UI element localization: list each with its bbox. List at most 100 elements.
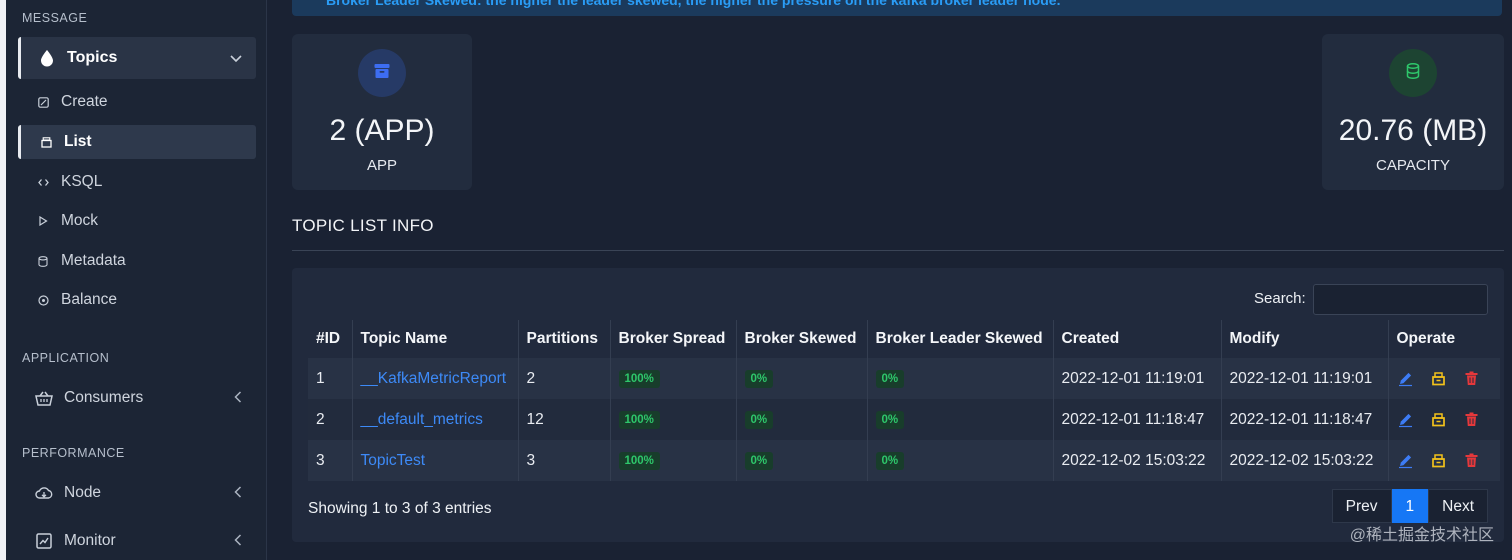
sidebar-item-topics[interactable]: Topics: [18, 37, 256, 79]
sidebar-item-label: Create: [61, 93, 108, 110]
sidebar-item-label: Topics: [67, 49, 118, 66]
page-button-current[interactable]: 1: [1391, 489, 1429, 523]
edit-square-icon: [35, 94, 51, 110]
topic-link[interactable]: TopicTest: [361, 452, 426, 469]
col-header-created[interactable]: Created: [1053, 320, 1222, 358]
sidebar-item-label: KSQL: [61, 173, 103, 190]
cloud-download-icon: [34, 483, 54, 503]
archive-icon[interactable]: [1430, 452, 1447, 469]
col-header-operate: Operate: [1396, 330, 1456, 347]
table-row: 1 __KafkaMetricReport 2 100% 0% 0% 2022-…: [308, 358, 1501, 399]
basket-icon: [34, 388, 54, 408]
edit-icon[interactable]: [1397, 452, 1414, 469]
sidebar-item-metadata[interactable]: Metadata: [18, 244, 256, 278]
trash-icon[interactable]: [1463, 370, 1480, 387]
pagination: Prev 1 Next: [1331, 489, 1488, 523]
card-icon-circle: [1389, 49, 1437, 97]
leader-skewed-badge: 0%: [875, 370, 905, 388]
cell-broker-leader-skewed: 0%: [867, 440, 1054, 481]
cell-partitions: 12: [518, 399, 611, 440]
spread-badge: 100%: [618, 411, 660, 429]
section-title: TOPIC LIST INFO: [292, 216, 434, 235]
cell-created: 2022-12-02 15:03:22: [1053, 440, 1222, 481]
cell-created: 2022-12-01 11:18:47: [1053, 399, 1222, 440]
col-header-modify[interactable]: Modify: [1221, 320, 1389, 358]
edit-icon[interactable]: [1397, 370, 1414, 387]
cell-broker-spread: 100%: [610, 399, 737, 440]
balance-icon: [35, 292, 51, 308]
table-row: 3 TopicTest 3 100% 0% 0% 2022-12-02 15:0…: [308, 440, 1501, 481]
sidebar-item-label: Node: [64, 484, 102, 501]
topic-table: #ID Topic Name Partitions Broker Spread …: [308, 320, 1501, 481]
chart-box-icon: [34, 531, 54, 551]
edit-icon[interactable]: [1397, 411, 1414, 428]
sidebar-item-node[interactable]: Node: [18, 476, 256, 510]
drop-icon: [37, 48, 57, 68]
col-header-id[interactable]: #ID: [308, 320, 353, 358]
col-header-broker-leader-skewed[interactable]: Broker Leader Skewed: [867, 320, 1054, 358]
col-header-broker-skewed[interactable]: Broker Skewed: [736, 320, 868, 358]
sidebar-item-label: Consumers: [64, 389, 144, 406]
sidebar-item-label: Balance: [61, 291, 118, 308]
play-icon: [35, 213, 51, 229]
search-input[interactable]: [1313, 284, 1488, 315]
spread-badge: 100%: [618, 452, 660, 470]
chevron-left-icon: [234, 390, 242, 406]
cell-topic-name: __default_metrics: [352, 399, 519, 440]
capacity-value: 20.76 (MB): [1338, 114, 1488, 147]
cell-modify: 2022-12-01 11:18:47: [1221, 399, 1389, 440]
cell-modify: 2022-12-02 15:03:22: [1221, 440, 1389, 481]
database-icon: [35, 253, 51, 269]
section-title-message: MESSAGE: [22, 11, 88, 25]
trash-icon[interactable]: [1463, 452, 1480, 469]
sidebar-item-mock[interactable]: Mock: [18, 204, 256, 238]
cell-topic-name: TopicTest: [352, 440, 519, 481]
skewed-badge: 0%: [744, 411, 774, 429]
divider: [292, 250, 1504, 251]
skewed-badge: 0%: [744, 370, 774, 388]
trash-icon[interactable]: [1463, 411, 1480, 428]
spread-badge: 100%: [618, 370, 660, 388]
sidebar-item-label: Mock: [61, 212, 99, 229]
col-header-partitions[interactable]: Partitions: [518, 320, 611, 358]
archive-icon[interactable]: [1430, 370, 1447, 387]
leader-skewed-badge: 0%: [875, 452, 905, 470]
prev-button[interactable]: Prev: [1331, 489, 1392, 523]
leader-skewed-badge: 0%: [875, 411, 905, 429]
col-header-broker-spread[interactable]: Broker Spread: [610, 320, 737, 358]
table-header-row: #ID Topic Name Partitions Broker Spread …: [308, 320, 1500, 358]
app-stat-card: 2 (APP) APP: [292, 34, 472, 190]
sidebar-item-label: List: [64, 133, 92, 150]
sidebar-item-consumers[interactable]: Consumers: [18, 381, 256, 415]
cell-operate: [1388, 440, 1501, 481]
cell-broker-spread: 100%: [610, 440, 737, 481]
next-button[interactable]: Next: [1428, 489, 1488, 523]
chevron-left-icon: [234, 485, 242, 501]
col-header-topic-name[interactable]: Topic Name: [352, 320, 519, 358]
code-icon: [35, 174, 51, 190]
database-icon: [1406, 62, 1420, 84]
skewed-badge: 0%: [744, 452, 774, 470]
cell-operate: [1388, 358, 1501, 399]
sidebar-item-list[interactable]: List: [18, 125, 256, 159]
section-title-application: APPLICATION: [22, 351, 110, 365]
cell-broker-leader-skewed: 0%: [867, 399, 1054, 440]
topic-link[interactable]: __KafkaMetricReport: [361, 370, 507, 387]
topic-list-panel: Search: #ID Topic Name Partitions Broker…: [292, 268, 1504, 542]
sidebar-item-monitor[interactable]: Monitor: [18, 524, 256, 558]
section-title-performance: PERFORMANCE: [22, 446, 125, 460]
topic-link[interactable]: __default_metrics: [361, 411, 483, 428]
alert-text: Broker Leader Skewed: the higher the lea…: [326, 0, 1061, 8]
entries-info: Showing 1 to 3 of 3 entries: [308, 500, 492, 517]
archive-icon[interactable]: [1430, 411, 1447, 428]
sidebar-item-create[interactable]: Create: [18, 85, 256, 119]
cell-broker-spread: 100%: [610, 358, 737, 399]
cell-created: 2022-12-01 11:19:01: [1053, 358, 1222, 399]
chevron-left-icon: [234, 533, 242, 549]
sidebar-item-ksql[interactable]: KSQL: [18, 165, 256, 199]
sidebar-item-balance[interactable]: Balance: [18, 283, 256, 317]
search-label: Search:: [1254, 290, 1306, 307]
chevron-down-icon: [230, 51, 242, 66]
cell-modify: 2022-12-01 11:19:01: [1221, 358, 1389, 399]
app-count-label: APP: [366, 157, 397, 174]
